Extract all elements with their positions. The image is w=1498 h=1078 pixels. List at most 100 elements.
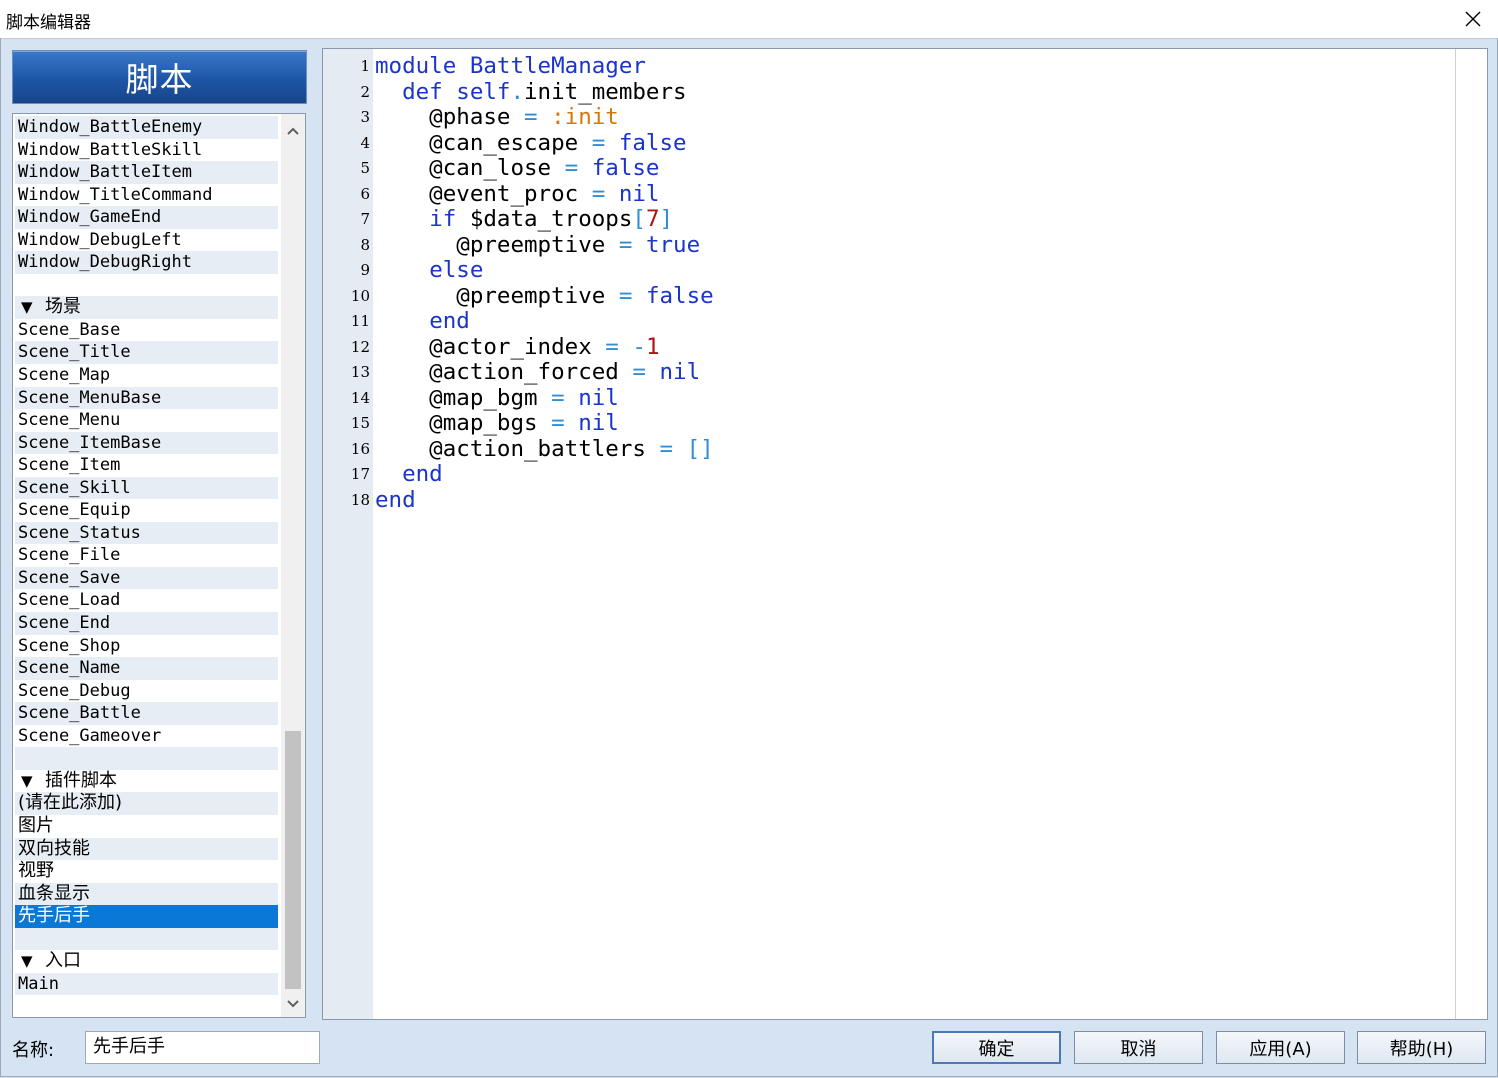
list-item[interactable]: Scene_Title <box>15 341 278 365</box>
code-line[interactable]: 5 @can_lose = false <box>323 155 1453 182</box>
list-item[interactable]: Scene_Equip <box>15 499 278 522</box>
code-token: def <box>402 78 443 105</box>
section-header[interactable]: ▼ 场景 <box>15 296 278 319</box>
code-token: self <box>456 78 511 105</box>
list-item[interactable]: Window_DebugLeft <box>15 229 278 252</box>
code-line[interactable]: 8 @preemptive = true <box>323 232 1453 259</box>
line-source: def self.init_members <box>375 78 686 106</box>
code-token: = <box>618 282 633 309</box>
list-item[interactable]: 图片 <box>15 815 278 838</box>
name-label: 名称: <box>12 1040 55 1061</box>
code-line[interactable]: 6 @event_proc = nil <box>323 181 1453 208</box>
list-item[interactable]: Scene_Name <box>15 657 278 680</box>
code-token: @phase <box>375 104 525 130</box>
list-item[interactable]: Scene_Menu <box>15 409 278 432</box>
code-line[interactable]: 13 @action_forced = nil <box>323 359 1453 386</box>
close-button[interactable] <box>1448 0 1498 38</box>
line-source: @map_bgs = nil <box>375 410 619 437</box>
list-item[interactable]: Scene_Map <box>15 364 278 387</box>
list-item[interactable]: Scene_Status <box>15 521 278 545</box>
code-line[interactable]: 7 if $data_troops[7] <box>323 206 1453 233</box>
line-source: end <box>375 461 443 488</box>
line-source: end <box>375 308 470 335</box>
script-list: Window_BattleEnemy Window_BattleSkill Wind… <box>15 116 278 996</box>
code-line[interactable]: 16 @action_battlers = [] <box>323 436 1453 463</box>
list-item[interactable]: Scene_Save <box>15 566 278 590</box>
list-item[interactable]: Scene_Battle <box>15 702 278 725</box>
list-item[interactable]: Window_BattleSkill <box>15 139 278 162</box>
list-item[interactable]: Scene_Shop <box>15 635 278 658</box>
window-title: 脚本编辑器 <box>6 13 91 33</box>
script-name-input[interactable]: 先手后手 <box>85 1031 320 1064</box>
list-item[interactable]: 血条显示 <box>15 882 278 906</box>
code-line[interactable]: 9 else <box>323 257 1453 284</box>
list-item-selected[interactable]: 先手后手 <box>15 905 278 928</box>
cancel-button[interactable]: 取消 <box>1074 1031 1203 1064</box>
list-item[interactable]: Scene_Load <box>15 589 278 612</box>
code-line[interactable]: 2 def self.init_members <box>323 78 1453 106</box>
chevron-down-icon <box>287 1000 299 1008</box>
code-line[interactable]: 11 end <box>323 308 1453 335</box>
list-item[interactable]: Scene_File <box>15 544 278 567</box>
code-token: . <box>510 78 525 105</box>
list-item[interactable]: Scene_Debug <box>15 680 278 703</box>
code-token: = <box>632 359 646 385</box>
code-line[interactable]: 3 @phase = :init <box>323 104 1453 131</box>
list-item[interactable]: Scene_Item <box>15 454 278 477</box>
code-line[interactable]: 15 @map_bgs = nil <box>323 410 1453 437</box>
code-line[interactable]: 4 @can_escape = false <box>323 129 1453 157</box>
list-item[interactable]: 双向技能 <box>15 837 278 861</box>
list-item[interactable]: Scene_Base <box>15 319 278 342</box>
ok-button[interactable]: 确定 <box>932 1031 1061 1064</box>
section-header[interactable]: ▼ 入口 <box>15 950 278 973</box>
code-line[interactable]: 10 @preemptive = false <box>323 282 1453 310</box>
help-button[interactable]: 帮助(H) <box>1357 1031 1486 1064</box>
code-line[interactable]: 12 @actor_index = -1 <box>323 334 1453 361</box>
scripts-header: 脚本 <box>12 50 307 104</box>
code-token: end <box>402 461 443 487</box>
list-item[interactable]: Scene_End <box>15 612 278 635</box>
list-item[interactable]: Window_GameEnd <box>15 206 278 229</box>
code-line[interactable]: 17 end <box>323 461 1453 488</box>
scroll-up-button[interactable] <box>281 118 305 144</box>
scrollbar-thumb[interactable] <box>285 731 301 989</box>
apply-button[interactable]: 应用(A) <box>1216 1031 1345 1064</box>
line-number: 2 <box>360 82 370 101</box>
list-item[interactable]: Scene_MenuBase <box>15 386 278 410</box>
vertical-scrollbar[interactable] <box>281 114 305 1017</box>
code-token: @can_lose <box>375 155 565 181</box>
list-item[interactable]: Scene_ItemBase <box>15 431 278 455</box>
list-item[interactable]: Scene_Gameover <box>15 725 278 748</box>
triangle-down-icon[interactable]: ▼ <box>21 950 45 972</box>
list-item[interactable]: 视野 <box>15 860 278 883</box>
code-line[interactable]: 14 @map_bgm = nil <box>323 384 1453 412</box>
code-line[interactable]: 18 end <box>323 487 1453 514</box>
code-token: = <box>551 384 565 411</box>
code-area[interactable]: 1 module BattleManager 2 def self.init_mem… <box>323 53 1453 514</box>
triangle-down-icon[interactable]: ▼ <box>21 296 45 318</box>
code-editor[interactable]: 1 module BattleManager 2 def self.init_mem… <box>322 48 1488 1020</box>
line-source: @can_escape = false <box>375 129 686 157</box>
triangle-down-icon[interactable]: ▼ <box>21 770 45 792</box>
line-number: 18 <box>350 490 370 509</box>
list-item[interactable]: Window_DebugRight <box>15 251 278 274</box>
list-item[interactable]: Main <box>15 972 278 996</box>
code-line[interactable]: 1 module BattleManager <box>323 53 1453 80</box>
list-item[interactable]: Window_TitleCommand <box>15 184 278 207</box>
editor-edge-guide <box>1455 49 1456 1019</box>
list-item[interactable]: Window_BattleEnemy <box>15 116 278 139</box>
code-token: = <box>564 155 579 181</box>
line-number: 11 <box>350 312 370 330</box>
list-item[interactable]: Scene_Skill <box>15 476 278 500</box>
script-list-panel: Window_BattleEnemy Window_BattleSkill Wind… <box>12 113 306 1018</box>
section-header[interactable]: ▼ 插件脚本 <box>15 770 278 793</box>
list-item[interactable]: Window_BattleItem <box>15 161 278 184</box>
code-token: = <box>591 129 606 156</box>
list-item[interactable]: (请在此添加) <box>15 792 278 815</box>
scroll-down-button[interactable] <box>281 991 305 1017</box>
